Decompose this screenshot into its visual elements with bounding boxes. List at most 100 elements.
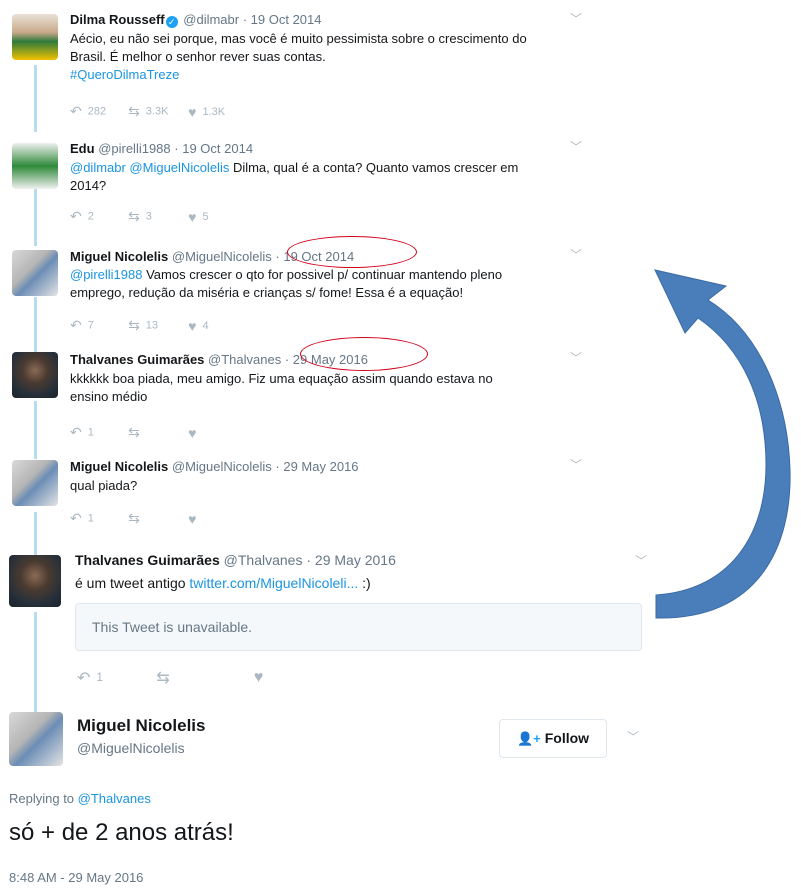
reply-button[interactable]: ↶ 1 — [77, 668, 153, 688]
retweet-button[interactable]: ⇆ 13 — [128, 317, 185, 334]
heart-icon: ♥ — [188, 510, 197, 527]
author-handle[interactable]: @Thalvanes — [208, 352, 281, 367]
reply-count: 1 — [96, 670, 104, 685]
heart-icon: ♥ — [253, 669, 264, 686]
chevron-down-icon[interactable]: ﹀ — [570, 246, 582, 263]
like-button[interactable]: ♥ — [188, 425, 202, 441]
heart-icon: ♥ — [188, 424, 197, 441]
retweet-count: 3 — [145, 210, 152, 223]
tweet-text: Aécio, eu não sei porque, mas você é mui… — [70, 31, 527, 46]
reply-icon: ↶ — [70, 208, 82, 224]
reply-count: 1 — [87, 426, 94, 439]
author-handle[interactable]: @MiguelNicolelis — [172, 249, 272, 264]
heart-icon: ♥ — [188, 208, 197, 225]
author-name[interactable]: Miguel Nicolelis — [70, 459, 168, 474]
author-handle[interactable]: @dilmabr — [183, 12, 239, 27]
chevron-down-icon[interactable]: ﹀ — [570, 138, 582, 155]
chevron-down-icon[interactable]: ﹀ — [570, 456, 582, 473]
like-button[interactable]: ♥ 4 — [188, 318, 208, 334]
chevron-down-icon[interactable]: ﹀ — [627, 728, 639, 745]
retweet-button[interactable]: ⇆ — [128, 424, 185, 441]
like-count: 1.3K — [202, 105, 226, 118]
retweet-button[interactable]: ⇆ 3 — [128, 208, 185, 225]
mention-link[interactable]: @pirelli1988 — [70, 267, 142, 282]
author-name[interactable]: Miguel Nicolelis — [70, 249, 168, 264]
tweet[interactable]: Miguel Nicolelis @MiguelNicolelis · 29 M… — [0, 446, 801, 536]
tweet-text: Brasil. É melhor o senhor rever suas con… — [70, 49, 326, 64]
reply-count: 282 — [87, 105, 107, 118]
mention-link[interactable]: @dilmabr @MiguelNicolelis — [70, 160, 229, 175]
tweet-text: kkkkkk boa piada, meu amigo. Fiz uma equ… — [70, 371, 493, 386]
author-name[interactable]: Dilma Rousseff — [70, 12, 165, 27]
author-handle[interactable]: @Thalvanes — [224, 552, 303, 568]
avatar[interactable] — [9, 555, 61, 607]
tweet-text: ensino médio — [70, 389, 148, 404]
tweet-date[interactable]: 29 May 2016 — [283, 459, 358, 474]
add-user-icon: 👤+ — [516, 731, 541, 746]
author-name[interactable]: Edu — [70, 141, 95, 156]
like-button[interactable]: ♥ 1.3K — [188, 104, 225, 120]
chevron-down-icon[interactable]: ﹀ — [570, 10, 582, 27]
tweet[interactable]: Edu @pirelli1988 · 19 Oct 2014 ﹀ @dilmab… — [0, 132, 801, 232]
author-handle[interactable]: @pirelli1988 — [98, 141, 170, 156]
retweet-icon: ⇆ — [128, 208, 140, 224]
chevron-down-icon[interactable]: ﹀ — [635, 552, 647, 569]
avatar[interactable] — [12, 143, 58, 189]
tweet-link[interactable]: twitter.com/MiguelNicoleli... — [189, 575, 358, 591]
like-button[interactable]: ♥ 5 — [188, 209, 208, 225]
retweet-icon: ⇆ — [128, 317, 140, 333]
date-annotation-circle — [287, 236, 417, 268]
reply-button[interactable]: ↶ 7 — [70, 317, 125, 334]
replying-to-link[interactable]: @Thalvanes — [78, 791, 151, 806]
retweet-button[interactable]: ⇆ 3.3K — [128, 103, 185, 120]
main-tweet-timestamp[interactable]: 8:48 AM - 29 May 2016 — [9, 870, 143, 885]
follow-button[interactable]: 👤+ Follow — [499, 719, 607, 758]
hashtag-link[interactable]: #QueroDilmaTreze — [70, 66, 610, 84]
like-count: 4 — [202, 319, 209, 332]
reply-count: 2 — [87, 210, 94, 223]
heart-icon: ♥ — [188, 103, 197, 120]
date-annotation-circle — [300, 337, 428, 371]
reply-button[interactable]: ↶ 1 — [70, 510, 125, 527]
tweet-date[interactable]: 29 May 2016 — [315, 552, 396, 568]
avatar[interactable] — [9, 712, 63, 766]
reply-button[interactable]: ↶ 1 — [70, 424, 125, 441]
main-author-handle[interactable]: @MiguelNicolelis — [77, 740, 185, 756]
main-author-name[interactable]: Miguel Nicolelis — [77, 716, 205, 736]
main-tweet[interactable]: Miguel Nicolelis @MiguelNicolelis 👤+ Foll… — [0, 700, 801, 890]
retweet-icon: ⇆ — [128, 510, 140, 526]
reply-icon: ↶ — [70, 103, 82, 119]
reply-icon: ↶ — [70, 317, 82, 333]
tweet-text: :) — [358, 575, 371, 591]
author-handle[interactable]: @MiguelNicolelis — [172, 459, 272, 474]
reply-button[interactable]: ↶ 282 — [70, 103, 125, 120]
like-count: 5 — [202, 210, 209, 223]
reply-icon: ↶ — [70, 424, 82, 440]
avatar[interactable] — [12, 250, 58, 296]
like-button[interactable]: ♥ — [188, 511, 202, 527]
main-tweet-text: só + de 2 anos atrás! — [9, 819, 234, 846]
retweet-button[interactable]: ⇆ — [156, 668, 250, 688]
tweet-text: é um tweet antigo — [75, 575, 190, 591]
retweet-button[interactable]: ⇆ — [128, 510, 185, 527]
reply-count: 7 — [87, 319, 94, 332]
retweet-icon: ⇆ — [156, 670, 170, 687]
avatar[interactable] — [12, 352, 58, 398]
retweet-icon: ⇆ — [128, 424, 140, 440]
tweet[interactable]: Dilma Rousseff ✓ @dilmabr · 19 Oct 2014 ﹀… — [0, 0, 801, 130]
author-name[interactable]: Thalvanes Guimarães — [70, 352, 204, 367]
tweet-date[interactable]: 19 Oct 2014 — [251, 12, 322, 27]
avatar[interactable] — [12, 14, 58, 60]
tweet-text: 2014? — [70, 178, 107, 193]
reply-button[interactable]: ↶ 2 — [70, 208, 125, 225]
tweet-date[interactable]: 19 Oct 2014 — [182, 141, 253, 156]
tweet-text: emprego, redução da miséria e crianças s… — [70, 285, 464, 300]
avatar[interactable] — [12, 460, 58, 506]
author-name[interactable]: Thalvanes Guimarães — [75, 552, 220, 568]
follow-label: Follow — [544, 730, 590, 746]
like-button[interactable]: ♥ — [254, 669, 270, 687]
tweet-text: Dilma, qual é a conta? Quanto vamos cres… — [229, 160, 519, 175]
chevron-down-icon[interactable]: ﹀ — [570, 349, 582, 366]
quoted-tweet-card[interactable]: This Tweet is unavailable. — [75, 603, 642, 651]
reply-count: 1 — [87, 512, 94, 525]
